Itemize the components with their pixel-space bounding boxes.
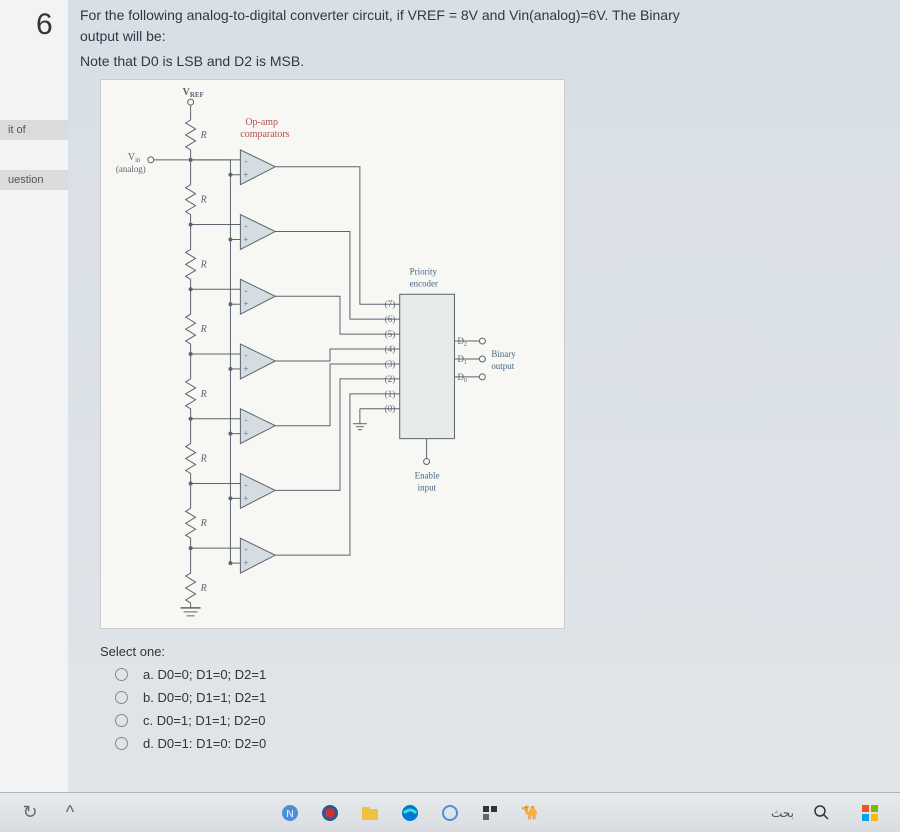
svg-text:+: + bbox=[243, 364, 248, 374]
svg-text:input: input bbox=[418, 482, 437, 492]
svg-text:N: N bbox=[286, 809, 293, 820]
option-a-text: a. D0=0; D1=0; D2=1 bbox=[143, 667, 266, 682]
svg-text:-: - bbox=[244, 221, 247, 231]
sidebar-tag-2: uestion bbox=[0, 170, 68, 190]
svg-text:-: - bbox=[244, 479, 247, 489]
svg-text:-: - bbox=[244, 285, 247, 295]
svg-text:(4): (4) bbox=[385, 344, 395, 354]
svg-text:-: - bbox=[244, 415, 247, 425]
svg-text:Vin: Vin bbox=[128, 152, 141, 164]
svg-text:Enable: Enable bbox=[415, 470, 440, 480]
search-icon[interactable] bbox=[807, 798, 837, 828]
radio-a[interactable] bbox=[115, 668, 128, 681]
svg-text:D0: D0 bbox=[457, 372, 466, 384]
comparators: - + - + - + bbox=[191, 150, 276, 573]
question-line2: output will be: bbox=[80, 28, 166, 44]
radio-c[interactable] bbox=[115, 714, 128, 727]
svg-text:(3): (3) bbox=[385, 359, 395, 369]
svg-text:encoder: encoder bbox=[410, 278, 438, 288]
svg-text:+: + bbox=[243, 429, 248, 439]
svg-text:D1: D1 bbox=[457, 354, 466, 366]
svg-text:R: R bbox=[200, 324, 207, 335]
search-text: بحث bbox=[771, 806, 794, 820]
radio-d[interactable] bbox=[115, 737, 128, 750]
app-icon-1[interactable]: N bbox=[275, 798, 305, 828]
svg-text:R: R bbox=[200, 130, 207, 141]
timeline-icon[interactable] bbox=[475, 798, 505, 828]
svg-text:+: + bbox=[243, 170, 248, 180]
main-content: For the following analog-to-digital conv… bbox=[80, 5, 890, 759]
select-one-label: Select one: bbox=[100, 644, 890, 659]
option-b[interactable]: b. D0=0; D1=1; D2=1 bbox=[115, 690, 890, 705]
svg-text:(2): (2) bbox=[385, 374, 395, 384]
sidebar-tag-1: it of bbox=[0, 120, 68, 140]
svg-text:(0): (0) bbox=[385, 404, 395, 414]
svg-text:(5): (5) bbox=[385, 329, 395, 339]
svg-text:Binary: Binary bbox=[491, 349, 516, 359]
svg-text:R: R bbox=[200, 454, 207, 465]
taskbar: ↻ ^ N 🐪 بحث bbox=[0, 792, 900, 832]
svg-text:-: - bbox=[244, 544, 247, 554]
svg-text:(6): (6) bbox=[385, 314, 395, 324]
svg-text:(analog): (analog) bbox=[116, 164, 146, 174]
svg-text:+: + bbox=[243, 299, 248, 309]
svg-text:R: R bbox=[200, 518, 207, 529]
option-d-text: d. D0=1: D1=0: D2=0 bbox=[143, 736, 266, 751]
svg-text:(1): (1) bbox=[385, 389, 395, 399]
svg-text:VREF: VREF bbox=[183, 87, 204, 99]
svg-text:R: R bbox=[200, 195, 207, 206]
question-line1: For the following analog-to-digital conv… bbox=[80, 7, 680, 23]
svg-text:(7): (7) bbox=[385, 299, 395, 309]
question-text: For the following analog-to-digital conv… bbox=[80, 5, 890, 47]
option-c-text: c. D0=1; D1=1; D2=0 bbox=[143, 713, 266, 728]
option-a[interactable]: a. D0=0; D1=0; D2=1 bbox=[115, 667, 890, 682]
svg-text:Op-amp: Op-amp bbox=[245, 117, 278, 128]
option-d[interactable]: d. D0=1: D1=0: D2=0 bbox=[115, 736, 890, 751]
svg-text:Priority: Priority bbox=[410, 266, 438, 276]
option-b-text: b. D0=0; D1=1; D2=1 bbox=[143, 690, 266, 705]
sidebar: it of uestion bbox=[0, 0, 68, 832]
start-icon[interactable] bbox=[855, 798, 885, 828]
folder-icon[interactable] bbox=[355, 798, 385, 828]
question-number: 6 bbox=[36, 8, 53, 42]
circuit-diagram: VREF R R R bbox=[100, 79, 565, 629]
svg-text:-: - bbox=[244, 350, 247, 360]
answer-section: Select one: a. D0=0; D1=0; D2=1 b. D0=0;… bbox=[100, 644, 890, 751]
svg-text:+: + bbox=[243, 234, 248, 244]
edge-icon[interactable] bbox=[395, 798, 425, 828]
note-text: Note that D0 is LSB and D2 is MSB. bbox=[80, 53, 890, 69]
svg-text:+: + bbox=[243, 558, 248, 568]
svg-text:-: - bbox=[244, 156, 247, 166]
svg-text:R: R bbox=[200, 389, 207, 400]
svg-text:R: R bbox=[200, 259, 207, 270]
refresh-icon[interactable]: ↻ bbox=[15, 798, 45, 828]
option-c[interactable]: c. D0=1; D1=1; D2=0 bbox=[115, 713, 890, 728]
resistor-ladder: R R R R bbox=[181, 115, 207, 616]
radio-b[interactable] bbox=[115, 691, 128, 704]
cortana-icon[interactable] bbox=[435, 798, 465, 828]
svg-text:output: output bbox=[491, 361, 514, 371]
comparator-wires bbox=[275, 167, 399, 555]
svg-text:comparators: comparators bbox=[240, 129, 289, 140]
svg-text:D2: D2 bbox=[457, 336, 466, 348]
svg-text:R: R bbox=[200, 583, 207, 594]
camel-icon[interactable]: 🐪 bbox=[515, 798, 545, 828]
app-icon-2[interactable] bbox=[315, 798, 345, 828]
up-icon[interactable]: ^ bbox=[55, 798, 85, 828]
svg-text:+: + bbox=[243, 493, 248, 503]
